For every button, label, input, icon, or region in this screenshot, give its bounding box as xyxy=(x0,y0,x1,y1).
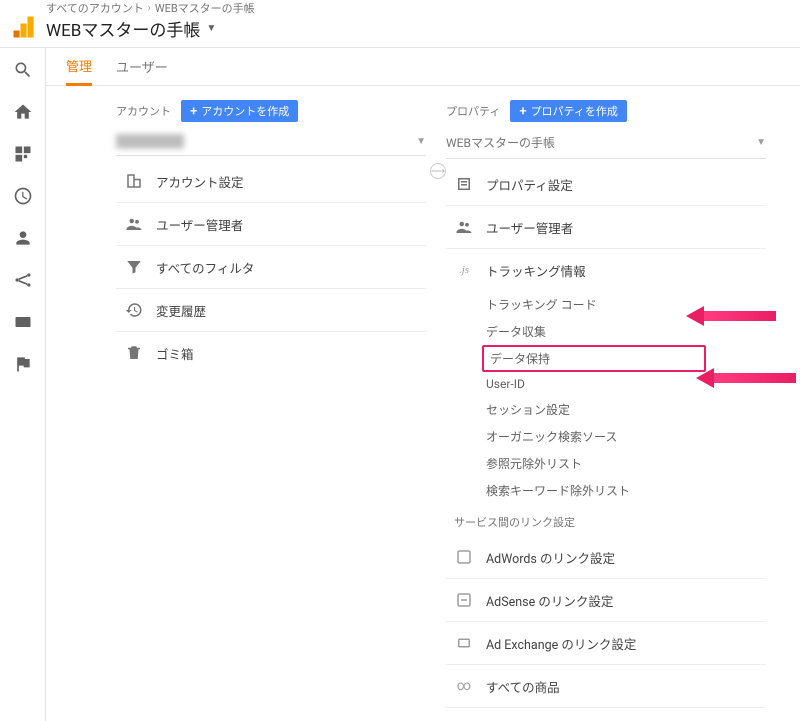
history-icon xyxy=(124,300,144,320)
nav-label: ユーザー管理者 xyxy=(486,218,573,237)
breadcrumb-l2: WEBマスターの手帳 xyxy=(155,0,255,16)
users-icon xyxy=(454,217,474,237)
flag-icon[interactable] xyxy=(13,354,33,374)
create-property-label: プロパティを作成 xyxy=(531,103,618,119)
session-settings[interactable]: セッション設定 xyxy=(482,396,766,423)
link-section-label: サービス間のリンク設定 xyxy=(446,504,766,536)
users-icon xyxy=(124,214,144,234)
trash-icon xyxy=(124,343,144,363)
create-property-button[interactable]: + プロパティを作成 xyxy=(510,100,627,122)
page-title-selector[interactable]: WEBマスターの手帳 ▼ xyxy=(46,16,255,41)
home-icon[interactable] xyxy=(13,102,33,122)
nav-label: AdWords のリンク設定 xyxy=(486,548,615,567)
caret-down-icon: ▼ xyxy=(756,137,766,148)
organic-sources[interactable]: オーガニック検索ソース xyxy=(482,423,766,450)
clock-icon[interactable] xyxy=(13,186,33,206)
nav-label: すべての商品 xyxy=(486,677,560,696)
account-column: アカウント + アカウントを作成 ████████ ▼ アカウント設定 xyxy=(116,100,426,721)
adsense-link[interactable]: AdSense のリンク設定 xyxy=(446,579,766,622)
user-id[interactable]: User-ID xyxy=(482,372,766,396)
tracking-code[interactable]: トラッキング コード xyxy=(482,291,766,318)
column-connector-icon[interactable]: ⟶ xyxy=(430,163,446,179)
chevron-right-icon: › xyxy=(148,3,151,14)
square-list-icon xyxy=(454,174,474,194)
keyword-exclusion[interactable]: 検索キーワード除外リスト xyxy=(482,477,766,504)
nav-label: AdSense のリンク設定 xyxy=(486,591,613,610)
nav-label: トラッキング情報 xyxy=(486,261,586,280)
adexchange-icon xyxy=(454,633,474,653)
adwords-link[interactable]: AdWords のリンク設定 xyxy=(446,536,766,579)
tab-admin[interactable]: 管理 xyxy=(66,48,92,86)
tracking-sublist: トラッキング コード データ収集 データ保持 User-ID セッション設定 オ… xyxy=(446,291,766,504)
tab-user[interactable]: ユーザー xyxy=(116,48,168,85)
filter-icon xyxy=(124,257,144,277)
nav-label: すべてのフィルタ xyxy=(156,258,254,277)
account-trash[interactable]: ゴミ箱 xyxy=(116,332,426,374)
create-account-label: アカウントを作成 xyxy=(201,103,289,119)
search-icon[interactable] xyxy=(13,60,33,80)
plus-icon: + xyxy=(519,105,526,118)
account-filters[interactable]: すべてのフィルタ xyxy=(116,246,426,289)
nav-label: 変更履歴 xyxy=(156,301,206,320)
conversion-icon[interactable] xyxy=(13,312,33,332)
nav-label: プロパティ設定 xyxy=(486,175,573,194)
adsense-icon xyxy=(454,590,474,610)
page-title: WEBマスターの手帳 xyxy=(46,16,200,41)
breadcrumb[interactable]: すべてのアカウント › WEBマスターの手帳 xyxy=(46,0,255,16)
all-products[interactable]: ∞ すべての商品 xyxy=(446,665,766,708)
account-history[interactable]: 変更履歴 xyxy=(116,289,426,332)
data-collection[interactable]: データ収集 xyxy=(482,318,766,345)
nav-label: ユーザー管理者 xyxy=(156,215,243,234)
nav-label: ゴミ箱 xyxy=(156,344,194,363)
nav-label: Ad Exchange のリンク設定 xyxy=(486,634,636,653)
breadcrumb-l1: すべてのアカウント xyxy=(46,0,144,16)
property-settings[interactable]: プロパティ設定 xyxy=(446,163,766,206)
link-infinity-icon: ∞ xyxy=(454,676,474,696)
account-user-mgmt[interactable]: ユーザー管理者 xyxy=(116,203,426,246)
property-user-mgmt[interactable]: ユーザー管理者 xyxy=(446,206,766,249)
person-icon[interactable] xyxy=(13,228,33,248)
ga-logo-icon xyxy=(10,13,38,41)
adexchange-link[interactable]: Ad Exchange のリンク設定 xyxy=(446,622,766,665)
settings-building-icon xyxy=(124,171,144,191)
property-selector[interactable]: WEBマスターの手帳 ▼ xyxy=(446,128,766,159)
caret-down-icon: ▼ xyxy=(416,136,426,147)
create-account-button[interactable]: + アカウントを作成 xyxy=(181,100,298,122)
property-column-label: プロパティ xyxy=(446,103,500,119)
data-retention[interactable]: データ保持 xyxy=(482,345,706,372)
account-column-label: アカウント xyxy=(116,103,171,119)
postback[interactable]: ポストバック xyxy=(446,708,766,721)
account-settings[interactable]: アカウント設定 xyxy=(116,160,426,203)
account-selected-name: ████████ xyxy=(116,134,184,148)
left-icon-sidebar xyxy=(0,48,46,721)
property-column: プロパティ + プロパティを作成 WEBマスターの手帳 ▼ プロパティ設定 xyxy=(446,100,766,721)
referral-exclusion[interactable]: 参照元除外リスト xyxy=(482,450,766,477)
account-selector[interactable]: ████████ ▼ xyxy=(116,128,426,156)
caret-down-icon: ▼ xyxy=(206,23,216,34)
nav-label: アカウント設定 xyxy=(156,172,244,191)
property-selected-name: WEBマスターの手帳 xyxy=(446,134,555,151)
top-header: すべてのアカウント › WEBマスターの手帳 WEBマスターの手帳 ▼ xyxy=(0,0,800,48)
js-icon: .js xyxy=(454,260,474,280)
adwords-icon xyxy=(454,547,474,567)
attribution-icon[interactable] xyxy=(13,270,33,290)
property-tracking-info[interactable]: .js トラッキング情報 xyxy=(446,249,766,291)
plus-icon: + xyxy=(190,105,197,118)
dashboard-icon[interactable] xyxy=(13,144,33,164)
admin-tabs: 管理 ユーザー xyxy=(46,48,800,86)
